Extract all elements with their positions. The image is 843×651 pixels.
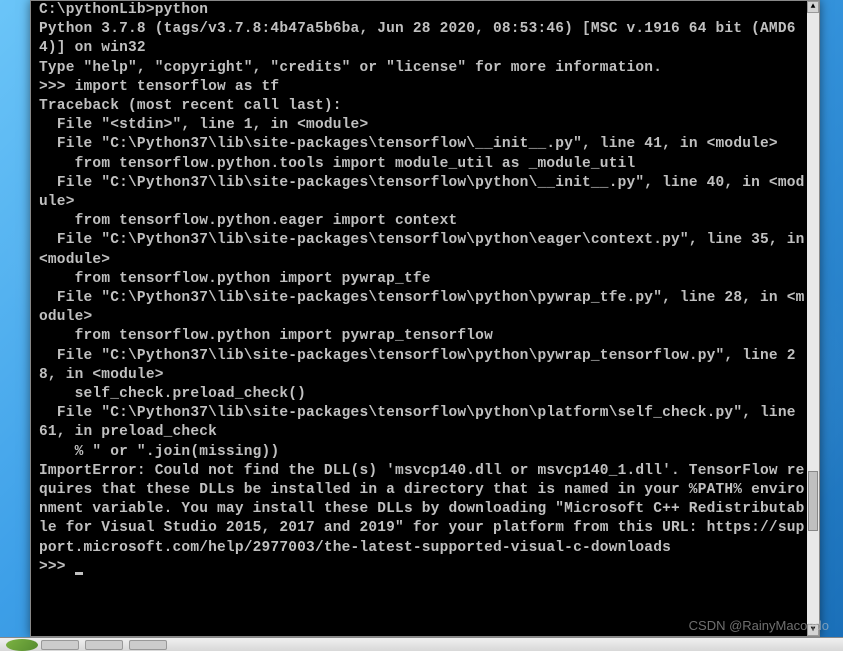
terminal-line: File "C:\Python37\lib\site-packages\tens… bbox=[39, 174, 807, 212]
terminal-line: >>> import tensorflow as tf bbox=[39, 78, 807, 97]
terminal-prompt[interactable]: >>> bbox=[39, 559, 75, 575]
terminal-line: Type "help", "copyright", "credits" or "… bbox=[39, 59, 807, 78]
taskbar-item[interactable] bbox=[41, 640, 79, 650]
terminal-line: C:\pythonLib>python bbox=[39, 1, 807, 20]
terminal-line: self_check.preload_check() bbox=[39, 385, 807, 404]
terminal-line: File "C:\Python37\lib\site-packages\tens… bbox=[39, 135, 807, 154]
scrollbar-thumb[interactable] bbox=[808, 471, 818, 531]
terminal-line: File "C:\Python37\lib\site-packages\tens… bbox=[39, 404, 807, 442]
terminal-line: from tensorflow.python.tools import modu… bbox=[39, 155, 807, 174]
terminal-line: ImportError: Could not find the DLL(s) '… bbox=[39, 462, 807, 558]
terminal-line: File "C:\Python37\lib\site-packages\tens… bbox=[39, 347, 807, 385]
taskbar-item[interactable] bbox=[129, 640, 167, 650]
terminal-line: % " or ".join(missing)) bbox=[39, 443, 807, 462]
watermark-text: CSDN @RainyMacondo bbox=[689, 618, 829, 633]
command-prompt-window: C:\pythonLib>pythonPython 3.7.8 (tags/v3… bbox=[30, 0, 820, 637]
scrollbar-up-button[interactable]: ▲ bbox=[807, 1, 819, 13]
terminal-output[interactable]: C:\pythonLib>pythonPython 3.7.8 (tags/v3… bbox=[39, 1, 807, 636]
terminal-line: File "C:\Python37\lib\site-packages\tens… bbox=[39, 231, 807, 269]
cursor-icon bbox=[75, 572, 83, 575]
start-button[interactable] bbox=[6, 639, 38, 651]
terminal-line: Python 3.7.8 (tags/v3.7.8:4b47a5b6ba, Ju… bbox=[39, 20, 807, 58]
taskbar-item[interactable] bbox=[85, 640, 123, 650]
terminal-line: Traceback (most recent call last): bbox=[39, 97, 807, 116]
terminal-line: File "C:\Python37\lib\site-packages\tens… bbox=[39, 289, 807, 327]
terminal-line: from tensorflow.python import pywrap_tfe bbox=[39, 270, 807, 289]
vertical-scrollbar[interactable]: ▲ ▼ bbox=[807, 1, 819, 636]
terminal-line: from tensorflow.python.eager import cont… bbox=[39, 212, 807, 231]
scrollbar-track[interactable] bbox=[807, 13, 819, 624]
taskbar[interactable] bbox=[0, 637, 843, 651]
terminal-line: File "<stdin>", line 1, in <module> bbox=[39, 116, 807, 135]
terminal-line: from tensorflow.python import pywrap_ten… bbox=[39, 327, 807, 346]
